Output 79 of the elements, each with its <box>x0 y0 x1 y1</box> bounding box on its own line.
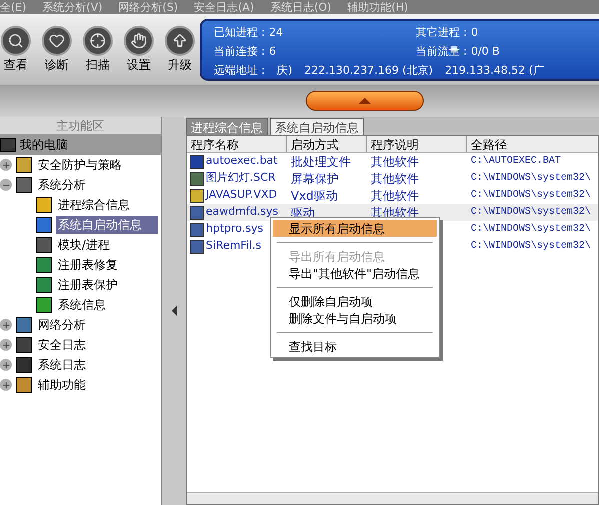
table-cell-text: 其他软件 <box>370 170 420 188</box>
info-label: 当前流量 : <box>416 44 468 60</box>
table-cell-text: hptpro.sys <box>206 221 264 238</box>
splitter-arrow-icon[interactable] <box>172 306 176 316</box>
info-value: 庆) <box>277 62 292 78</box>
file-icon <box>190 240 204 254</box>
tree-item[interactable]: 系统分析 <box>36 176 88 194</box>
info-value: 219.133.48.52 (广 <box>445 62 544 78</box>
file-icon <box>190 172 204 186</box>
plus-icon <box>2 320 10 330</box>
table-cell-text: JAVASUP.VXD <box>206 187 278 204</box>
table-cell-text: C:\AUTOEXEC.BAT <box>470 154 562 169</box>
expand-toggle[interactable] <box>0 319 12 331</box>
tree-item[interactable]: 系统自启动信息 <box>56 216 158 234</box>
table-cell-text: 批处理文件 <box>290 154 352 170</box>
hand-icon <box>131 32 147 48</box>
plus-icon <box>2 360 10 370</box>
file-icon <box>190 222 204 236</box>
table-cell-text: C:\WINDOWS\system32\ <box>470 172 592 186</box>
info-value: 0 <box>471 24 478 40</box>
tree-item[interactable]: 系统日志 <box>36 356 88 374</box>
column-header[interactable]: 程序名称 <box>187 136 287 152</box>
expand-toggle[interactable] <box>0 379 12 391</box>
plus-icon <box>2 380 10 390</box>
info-value: 0/0 B <box>471 44 500 60</box>
horizontal-scrollbar[interactable] <box>187 492 598 504</box>
table-cell-text: C:\WINDOWS\system32\ <box>470 188 592 203</box>
info-label: 远端地址 : <box>214 62 266 78</box>
table-cell-text: 屏幕保护 <box>290 170 340 188</box>
triangle-icon <box>358 98 370 104</box>
table-cell-text: SiRemFil.s <box>206 238 262 254</box>
info-label: 已知进程 : <box>214 24 266 40</box>
upgrade-icon <box>172 32 188 48</box>
plus-icon <box>2 160 10 170</box>
expand-toggle[interactable] <box>0 179 12 191</box>
table-cell-text: 其他软件 <box>370 154 420 170</box>
file-icon <box>190 206 204 220</box>
expand-toggle[interactable] <box>0 359 12 371</box>
expand-toggle[interactable] <box>0 159 12 171</box>
table-cell-text: C:\WINDOWS\system32\ <box>470 222 592 237</box>
table-cell-text: Vxd驱动 <box>290 188 339 204</box>
info-value: 24 <box>269 24 284 40</box>
tree-item[interactable]: 安全防护与策略 <box>36 156 124 174</box>
panel-header: 主功能区 <box>0 117 161 135</box>
file-icon <box>190 188 204 202</box>
tree-item[interactable]: 辅助功能 <box>36 376 88 394</box>
column-header[interactable]: 全路径 <box>467 136 598 152</box>
table-cell-text: 图片幻灯.SCR <box>206 170 276 186</box>
menu-item[interactable]: 仅删除自启动项 <box>273 293 437 310</box>
info-value: 222.130.237.169 (北京) <box>304 62 434 78</box>
menu-item[interactable]: 删除文件与自启动项 <box>273 310 437 327</box>
tree-item[interactable]: 注册表保护 <box>56 276 120 294</box>
info-label: 当前连接 : <box>214 44 266 60</box>
search-icon <box>8 32 24 48</box>
info-value: 6 <box>269 44 276 60</box>
file-icon <box>190 154 204 168</box>
tree-item[interactable]: 注册表修复 <box>56 256 120 274</box>
info-label: 其它进程 : <box>416 24 468 40</box>
tree-item[interactable]: 网络分析 <box>36 316 88 334</box>
tree-item[interactable]: 进程综合信息 <box>56 196 132 214</box>
table-cell-text: C:\WINDOWS\system32\ <box>470 240 592 254</box>
table-cell-text: autoexec.bat <box>206 153 278 170</box>
table-cell-text: eawdmfd.sys <box>206 204 279 220</box>
tree-item[interactable]: 系统信息 <box>56 296 108 314</box>
tree-item[interactable]: 安全日志 <box>36 336 88 354</box>
column-header[interactable]: 程序说明 <box>367 136 467 152</box>
expand-toggle[interactable] <box>0 339 12 351</box>
tab[interactable]: 系统自启动信息 <box>270 118 364 135</box>
heart-icon <box>49 32 65 48</box>
tree-item[interactable]: 模块/进程 <box>56 236 112 254</box>
table-cell-text: C:\WINDOWS\system32\ <box>470 206 592 220</box>
plus-icon <box>2 340 10 350</box>
menu-item[interactable]: 导出"其他软件"启动信息 <box>273 265 437 282</box>
collapse-button[interactable] <box>306 91 424 111</box>
menu-item[interactable]: 查找目标 <box>273 338 437 355</box>
table-cell-text: 其他软件 <box>370 188 420 204</box>
scan-icon <box>90 32 106 48</box>
column-header[interactable]: 启动方式 <box>287 136 367 152</box>
menu-item[interactable]: 显示所有启动信息 <box>273 220 437 237</box>
